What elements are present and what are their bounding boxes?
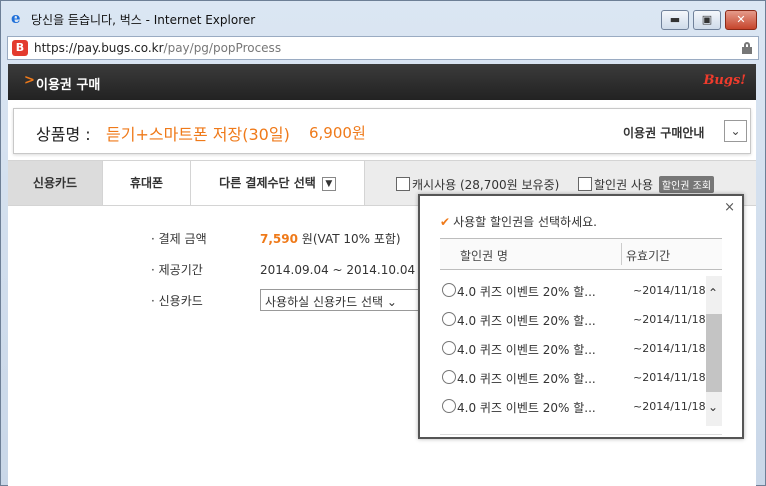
- address-bar[interactable]: B https://pay.bugs.co.kr/pay/pg/popProce…: [7, 36, 759, 60]
- amount-number: 7,590: [260, 232, 298, 246]
- close-window-button[interactable]: ✕: [725, 10, 757, 30]
- coupon-radio[interactable]: [442, 341, 456, 355]
- use-cash-checkbox[interactable]: [396, 177, 410, 191]
- coupon-table: 할인권 명 유효기간 4.0 퀴즈 이벤트 20% 할... ~2014/11/…: [440, 238, 722, 435]
- maximize-button[interactable]: ▣: [693, 10, 721, 30]
- tab-mobile-phone-label: 휴대폰: [129, 176, 164, 190]
- title-bar: e 당신을 듣습니다, 벅스 - Internet Explorer ▬ ▣ ✕: [1, 1, 765, 35]
- coupon-row[interactable]: 4.0 퀴즈 이벤트 20% 할... ~2014/11/18: [440, 279, 706, 308]
- bugs-favicon-icon: B: [12, 40, 28, 56]
- product-label: 상품명 :: [36, 125, 91, 144]
- table-bottom-divider: [440, 434, 722, 435]
- coupon-name: 4.0 퀴즈 이벤트 20% 할...: [457, 401, 596, 415]
- coupon-radio[interactable]: [442, 399, 456, 413]
- chevron-down-icon: ▼: [321, 176, 336, 191]
- scrollbar-thumb[interactable]: [706, 314, 722, 392]
- coupon-popup-heading: ✔ 사용할 할인권을 선택하세요.: [440, 213, 597, 230]
- amount-value: 7,590 원(VAT 10% 포함): [260, 230, 401, 247]
- coupon-valid: ~2014/11/18: [633, 284, 706, 297]
- product-box: 상품명 : 듣기+스마트폰 저장(30일) 6,900원 이용권 구매안내 ⌄: [13, 108, 751, 154]
- product-name: 듣기+스마트폰 저장(30일): [106, 125, 290, 144]
- scroll-up-icon[interactable]: ⌃: [708, 286, 718, 300]
- use-coupon-option[interactable]: 할인권 사용 할인권 조회: [578, 176, 715, 193]
- coupon-radio[interactable]: [442, 283, 456, 297]
- amount-vat-note: 원(VAT 10% 포함): [297, 232, 401, 246]
- coupon-name: 4.0 퀴즈 이벤트 20% 할...: [457, 314, 596, 328]
- check-icon: ✔: [440, 215, 451, 229]
- use-cash-label: 캐시사용 (28,700원 보유중): [412, 178, 560, 192]
- coupon-row[interactable]: 4.0 퀴즈 이벤트 20% 할... ~2014/11/18: [440, 366, 706, 395]
- address-url[interactable]: https://pay.bugs.co.kr/pay/pg/popProcess: [34, 41, 281, 55]
- ie-logo-icon: e: [11, 9, 21, 27]
- tab-credit-card-label: 신용카드: [32, 176, 78, 190]
- coupon-valid: ~2014/11/18: [633, 313, 706, 326]
- coupon-valid: ~2014/11/18: [633, 371, 706, 384]
- coupon-name: 4.0 퀴즈 이벤트 20% 할...: [457, 285, 596, 299]
- scroll-down-icon[interactable]: ⌄: [708, 400, 718, 414]
- coupon-valid: ~2014/11/18: [633, 342, 706, 355]
- coupon-select-popup: × ✔ 사용할 할인권을 선택하세요. 할인권 명 유효기간 4.0 퀴즈 이벤트…: [418, 194, 744, 439]
- coupon-scrollbar[interactable]: ⌃ ⌄: [706, 276, 722, 426]
- use-cash-option[interactable]: 캐시사용 (28,700원 보유중): [396, 176, 559, 193]
- period-label: · 제공기간: [151, 263, 203, 277]
- purchase-guide-toggle-button[interactable]: ⌄: [724, 120, 747, 142]
- window-title: 당신을 듣습니다, 벅스 - Internet Explorer: [31, 13, 256, 27]
- chevron-right-icon: >: [24, 73, 35, 88]
- product-price: 6,900원: [309, 124, 366, 142]
- bugs-logo: Bugs!: [703, 73, 746, 88]
- purchase-guide-label[interactable]: 이용권 구매안내: [623, 124, 704, 141]
- tab-mobile-phone[interactable]: 휴대폰: [103, 161, 191, 205]
- lock-icon[interactable]: [742, 42, 752, 54]
- tab-credit-card[interactable]: 신용카드: [8, 161, 103, 205]
- minimize-button[interactable]: ▬: [661, 10, 689, 30]
- coupon-name: 4.0 퀴즈 이벤트 20% 할...: [457, 343, 596, 357]
- url-path: /pay/pg/popProcess: [163, 41, 282, 55]
- coupon-row[interactable]: 4.0 퀴즈 이벤트 20% 할... ~2014/11/18: [440, 308, 706, 337]
- coupon-row[interactable]: 4.0 퀴즈 이벤트 20% 할... ~2014/11/18: [440, 395, 706, 424]
- credit-card-label: · 신용카드: [151, 294, 203, 308]
- coupon-table-header: 할인권 명 유효기간: [440, 238, 722, 270]
- coupon-radio[interactable]: [442, 370, 456, 384]
- coupon-name: 4.0 퀴즈 이벤트 20% 할...: [457, 372, 596, 386]
- coupon-popup-heading-text: 사용할 할인권을 선택하세요.: [453, 215, 597, 229]
- page-header: > 이용권 구매 Bugs!: [8, 64, 756, 100]
- url-host: https://pay.bugs.co.kr: [34, 41, 164, 55]
- coupon-lookup-button[interactable]: 할인권 조회: [658, 176, 715, 193]
- use-coupon-checkbox[interactable]: [578, 177, 592, 191]
- coupon-rows: 4.0 퀴즈 이벤트 20% 할... ~2014/11/18 4.0 퀴즈 이…: [440, 279, 706, 424]
- use-coupon-label: 할인권 사용: [594, 178, 654, 192]
- coupon-radio[interactable]: [442, 312, 456, 326]
- tab-other-methods-label: 다른 결제수단 선택: [219, 176, 316, 190]
- coupon-row[interactable]: 4.0 퀴즈 이벤트 20% 할... ~2014/11/18: [440, 337, 706, 366]
- column-divider: [621, 243, 622, 265]
- col-valid-period: 유효기간: [626, 249, 671, 263]
- page-title: 이용권 구매: [36, 78, 101, 93]
- coupon-valid: ~2014/11/18: [633, 400, 706, 413]
- col-coupon-name: 할인권 명: [460, 249, 508, 263]
- credit-card-select[interactable]: 사용하실 신용카드 선택 ⌄: [260, 289, 430, 311]
- tab-other-methods[interactable]: 다른 결제수단 선택 ▼: [191, 161, 365, 205]
- amount-label: · 결제 금액: [151, 232, 207, 246]
- close-icon[interactable]: ×: [724, 200, 735, 215]
